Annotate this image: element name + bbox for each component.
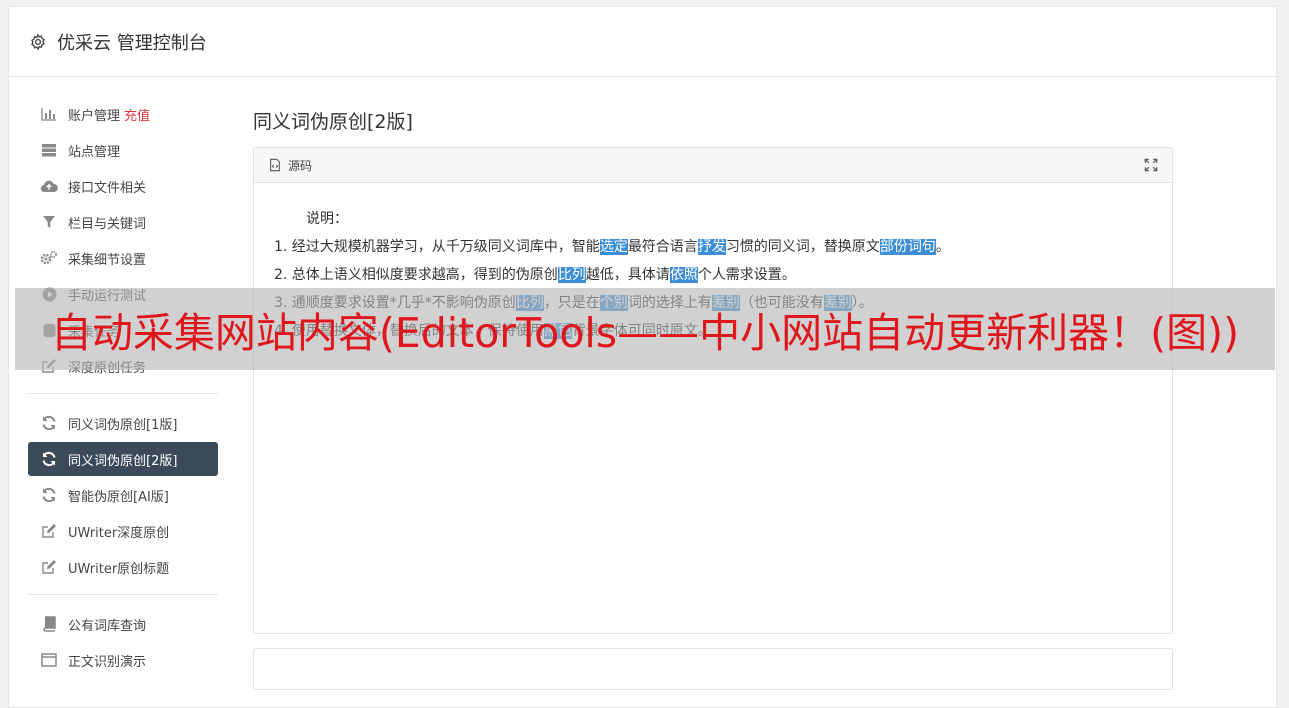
source-editor[interactable]: 源码 说明： 1. 经过大规模机器学习，从千万级同义词库中，智能选定最符合语言抒… [253,147,1173,634]
synonym-highlight: 选定 [599,239,628,255]
content-line: 1. 经过大规模机器学习，从千万级同义词库中，智能选定最符合语言抒发习惯的同义词… [274,233,1152,261]
content-text: 习惯的同义词，替换原文 [725,239,880,255]
watermark-text: 自动采集网站内容(EditorTools——中小网站自动更新利器！(图)) [50,309,1240,357]
sidebar-item-group1-1[interactable]: 站点管理 [28,133,218,167]
sidebar-item-group2-1[interactable]: 同义词伪原创[2版] [28,442,218,476]
cogs-icon [40,250,58,266]
editor-toolbar: 源码 [254,148,1172,183]
result-editor[interactable] [253,648,1173,690]
recharge-link[interactable]: 充值 [124,105,150,124]
sidebar-divider [28,594,218,595]
refresh-icon [40,487,58,503]
book-icon [40,616,58,632]
sidebar-item-label: 公有词库查询 [68,618,147,634]
content-text: 越低，具体请 [585,267,670,283]
sidebar-item-group2-4[interactable]: UWriter原创标题 [28,550,218,584]
content-text: 1. 经过大规模机器学习，从千万级同义词库中，智能 [274,239,600,255]
sidebar-item-group2-2[interactable]: 智能伪原创[AI版] [28,478,218,512]
sidebar-item-group1-4[interactable]: 采集细节设置 [28,241,218,275]
content-text: 2. 总体上语义相似度要求越高，得到的伪原创 [274,267,558,283]
bar-chart-icon [40,106,58,122]
app-title: 优采云 管理控制台 [57,32,207,54]
sidebar-item-label: 同义词伪原创[1版] [68,417,178,433]
sidebar-item-group2-0[interactable]: 同义词伪原创[1版] [28,406,218,440]
sidebar-divider [28,393,218,394]
sidebar-item-label: 站点管理 [68,144,121,160]
synonym-highlight: 词句 [907,239,936,255]
source-button[interactable]: 源码 [288,157,312,174]
sidebar-item-group3-1[interactable]: 正文识别演示 [28,643,218,677]
synonym-highlight: 依照 [669,267,698,283]
sidebar-item-group1-0[interactable]: 账户管理 充值 [28,97,218,131]
edit-icon [40,559,58,575]
sidebar-item-label: 接口文件相关 [68,180,147,196]
filter-icon [40,214,58,230]
sidebar-item-group1-2[interactable]: 接口文件相关 [28,169,218,203]
sidebar-item-label: UWriter原创标题 [68,561,170,577]
sidebar-item-group1-3[interactable]: 栏目与关键词 [28,205,218,239]
sidebar-item-label: 智能伪原创[AI版] [68,489,169,505]
sidebar-item-label: UWriter深度原创 [68,525,170,541]
content-text: 个人需求设置。 [697,267,796,283]
content-text: 。 [935,239,950,255]
refresh-icon [40,415,58,431]
content-line: 2. 总体上语义相似度要求越高，得到的伪原创比列越低，具体请依照个人需求设置。 [274,261,1152,289]
sidebar-item-group3-0[interactable]: 公有词库查询 [28,607,218,641]
sidebar-item-label: 采集细节设置 [68,252,147,268]
cloud-upload-icon [40,178,58,194]
sidebar-item-label: 账户管理 [68,108,121,124]
window-icon [40,652,58,668]
source-code-icon[interactable] [268,158,282,172]
content-heading: 说明： [306,211,348,227]
fullscreen-icon[interactable] [1144,158,1158,172]
edit-icon [40,523,58,539]
content-text: 最符合语言 [627,239,698,255]
sidebar-item-group2-3[interactable]: UWriter深度原创 [28,514,218,548]
watermark-banner: 自动采集网站内容(EditorTools——中小网站自动更新利器！(图)) [15,288,1275,370]
synonym-highlight: 抒发 [697,239,726,255]
server-icon [40,142,58,158]
sidebar-item-label: 栏目与关键词 [68,216,147,232]
synonym-highlight: 比列 [557,267,586,283]
sidebar-item-label: 正文识别演示 [68,654,147,670]
synonym-highlight: 部份 [879,239,908,255]
sidebar-item-label: 同义词伪原创[2版] [68,453,178,469]
refresh-icon [40,451,58,467]
gear-icon [29,32,47,51]
sidebar: 账户管理充值站点管理接口文件相关栏目与关键词采集细节设置手动运行测试采集任务深度… [28,97,218,679]
app-header: 优采云 管理控制台 [9,7,1276,77]
page-title: 同义词伪原创[2版] [253,111,413,133]
